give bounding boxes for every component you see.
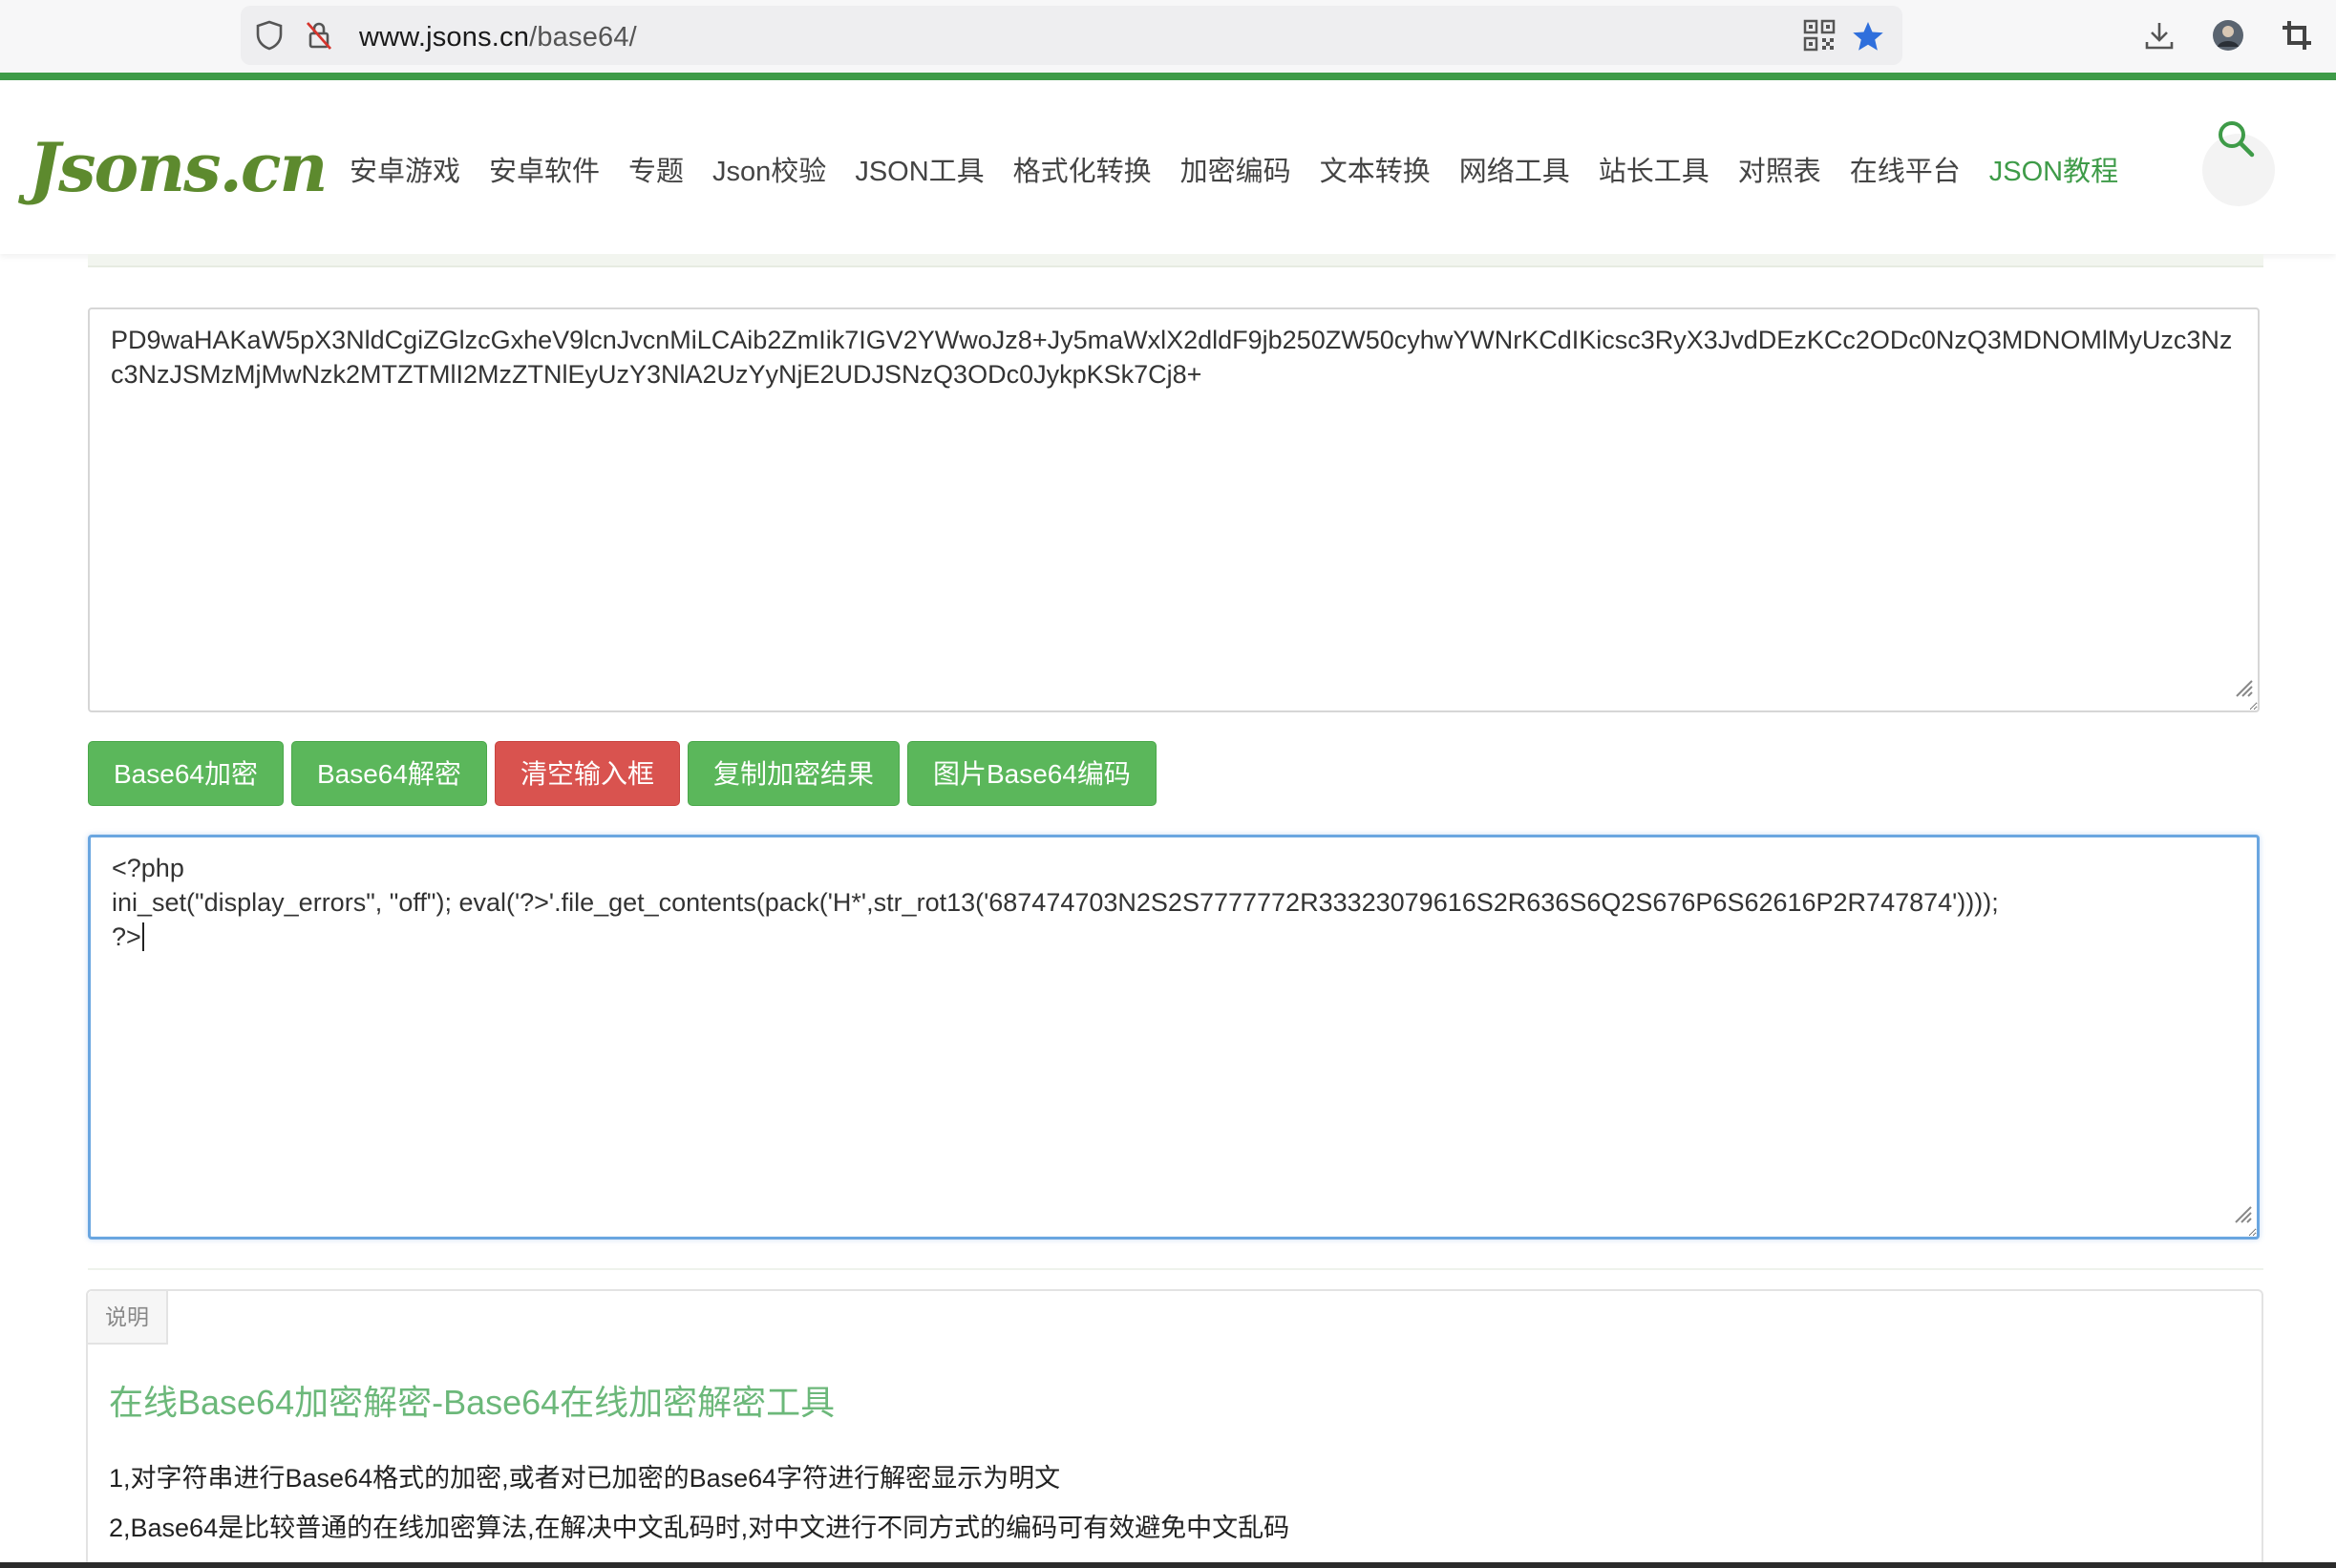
description-line: 1,对字符串进行Base64格式的加密,或者对已加密的Base64字符进行解密显… <box>109 1464 1061 1493</box>
page-top-accent <box>0 73 2336 80</box>
nav-item-format-convert[interactable]: 格式化转换 <box>1013 149 1152 189</box>
base64-input-textarea[interactable]: PD9waHAKaW5pX3NldCgiZGlzcGxheV9lcnJvcnMi… <box>88 307 2260 712</box>
output-line: ini_set("display_errors", "off"); eval('… <box>112 888 1999 917</box>
section-divider <box>88 1268 2263 1270</box>
nav-item-android-software[interactable]: 安卓软件 <box>489 149 600 189</box>
nav-item-network-tools[interactable]: 网络工具 <box>1459 149 1570 189</box>
description-panel: 说明 在线Base64加密解密-Base64在线加密解密工具 1,对字符串进行B… <box>86 1289 2263 1568</box>
nav-item-reference-tables[interactable]: 对照表 <box>1738 149 1821 189</box>
nav-item-encrypt-encode[interactable]: 加密编码 <box>1180 149 1291 189</box>
window-bottom-edge <box>0 1562 2336 1568</box>
description-line: 2,Base64是比较普通的在线加密算法,在解决中文乱码时,对中文进行不同方式的… <box>109 1514 1290 1542</box>
nav-item-topics[interactable]: 专题 <box>628 149 684 189</box>
qr-code-icon[interactable] <box>1803 19 1836 56</box>
text-caret <box>141 922 144 951</box>
action-buttons: Base64加密 Base64解密 清空输入框 复制加密结果 图片Base64编… <box>88 741 1164 806</box>
site-logo[interactable]: Jsons.cn <box>29 128 328 207</box>
url-text[interactable]: www.jsons.cn/base64/ <box>359 22 637 53</box>
base64-encode-button[interactable]: Base64加密 <box>88 741 284 806</box>
image-base64-button[interactable]: 图片Base64编码 <box>906 741 1157 806</box>
description-title: 在线Base64加密解密-Base64在线加密解密工具 <box>109 1383 836 1422</box>
nav-item-text-convert[interactable]: 文本转换 <box>1320 149 1431 189</box>
crop-icon[interactable] <box>2281 19 2313 56</box>
url-path: /base64/ <box>529 22 637 53</box>
base64-decode-button[interactable]: Base64解密 <box>290 741 487 806</box>
no-lock-icon[interactable] <box>304 19 334 56</box>
base64-output-textarea[interactable]: <?php ini_set("display_errors", "off"); … <box>88 835 2260 1240</box>
nav-item-online-platform[interactable]: 在线平台 <box>1850 149 1961 189</box>
clear-input-button[interactable]: 清空输入框 <box>494 741 680 806</box>
copy-result-button[interactable]: 复制加密结果 <box>687 741 900 806</box>
url-host: www.jsons.cn <box>359 22 530 53</box>
output-line: <?php <box>112 854 184 882</box>
nav-item-json-tools[interactable]: JSON工具 <box>855 149 984 189</box>
browser-toolbar: www.jsons.cn/base64/ <box>0 0 2336 73</box>
profile-avatar[interactable] <box>2212 19 2244 56</box>
nav-item-webmaster-tools[interactable]: 站长工具 <box>1599 149 1710 189</box>
nav-item-json-validate[interactable]: Json校验 <box>712 149 826 189</box>
output-line: ?> <box>112 922 141 951</box>
nav-item-json-tutorial[interactable]: JSON教程 <box>1989 149 2118 189</box>
resize-grip-icon[interactable] <box>2232 1198 2253 1233</box>
input-text: PD9waHAKaW5pX3NldCgiZGlzcGxheV9lcnJvcnMi… <box>111 326 2233 389</box>
search-icon[interactable] <box>2216 118 2256 163</box>
tab-description[interactable]: 说明 <box>88 1291 168 1345</box>
main-nav: 安卓游戏 安卓软件 专题 Json校验 JSON工具 格式化转换 加密编码 文本… <box>350 149 2147 189</box>
section-divider <box>88 254 2263 267</box>
bookmark-star-icon[interactable] <box>1851 19 1885 58</box>
download-icon[interactable] <box>2143 19 2176 56</box>
site-header: Jsons.cn 安卓游戏 安卓软件 专题 Json校验 JSON工具 格式化转… <box>0 80 2336 254</box>
nav-item-android-games[interactable]: 安卓游戏 <box>350 149 460 189</box>
shield-icon[interactable] <box>254 19 285 56</box>
address-bar[interactable]: www.jsons.cn/base64/ <box>241 6 1902 65</box>
resize-grip-icon[interactable] <box>2233 672 2254 707</box>
